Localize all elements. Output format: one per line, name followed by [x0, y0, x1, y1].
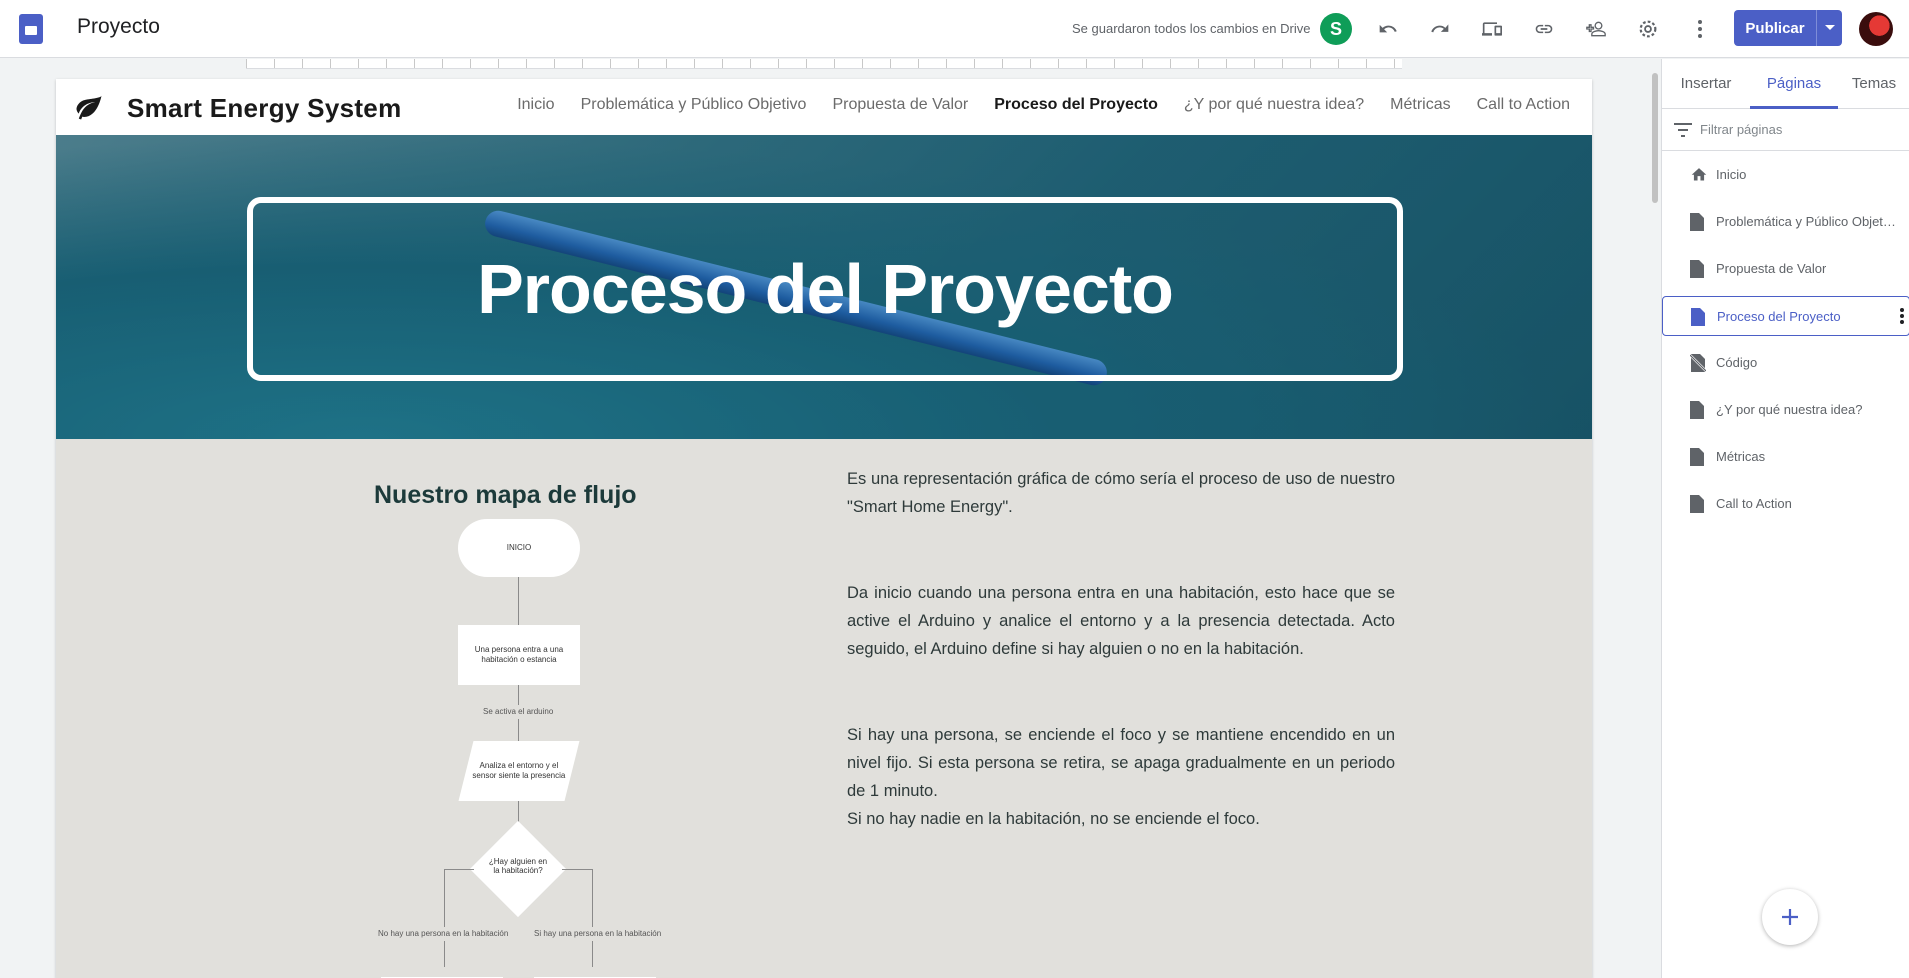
page-item-proceso[interactable]: Proceso del Proyecto — [1662, 296, 1909, 336]
top-app-bar: Proyecto Se guardaron todos los cambios … — [0, 0, 1909, 58]
flow-connector — [592, 941, 593, 967]
page-label: Inicio — [1716, 167, 1747, 182]
page-label: Métricas — [1716, 449, 1766, 464]
page-label: Proceso del Proyecto — [1717, 309, 1841, 324]
publish-button[interactable]: Publicar — [1734, 10, 1816, 46]
preview-devices-icon[interactable] — [1476, 13, 1508, 45]
content-section[interactable]: Nuestro mapa de flujo INICIO Una persona… — [56, 439, 1592, 978]
nav-item-por-que[interactable]: ¿Y por qué nuestra idea? — [1184, 96, 1364, 114]
page-icon — [1690, 401, 1704, 419]
page-item-propuesta[interactable]: Propuesta de Valor — [1662, 249, 1909, 289]
account-avatar[interactable] — [1859, 12, 1893, 46]
settings-gear-icon[interactable] — [1632, 13, 1664, 45]
page-label: Código — [1716, 355, 1758, 370]
plus-icon — [1782, 909, 1798, 925]
page-item-problematica[interactable]: Problemática y Público Objetivo — [1662, 202, 1909, 242]
side-panel: Insertar Páginas Temas Filtrar páginas I… — [1661, 59, 1909, 978]
redo-icon[interactable] — [1424, 13, 1456, 45]
hero-title[interactable]: Proceso del Proyecto — [477, 249, 1174, 329]
page-item-codigo[interactable]: Código — [1662, 343, 1909, 383]
tab-paginas[interactable]: Páginas — [1750, 59, 1838, 109]
tab-temas[interactable]: Temas — [1838, 59, 1909, 109]
nav-item-propuesta[interactable]: Propuesta de Valor — [832, 96, 968, 114]
nav-item-problematica[interactable]: Problemática y Público Objetivo — [581, 96, 807, 114]
page-icon — [1690, 213, 1704, 231]
add-page-button[interactable] — [1762, 889, 1818, 945]
site-header[interactable]: Smart Energy System Inicio Problemática … — [56, 79, 1592, 135]
nav-item-call-to-action[interactable]: Call to Action — [1477, 96, 1570, 114]
link-icon[interactable] — [1528, 13, 1560, 45]
ruler — [246, 59, 1402, 69]
flow-connector — [444, 869, 474, 870]
nav-item-metricas[interactable]: Métricas — [1390, 96, 1450, 114]
page-item-call-to-action[interactable]: Call to Action — [1662, 484, 1909, 524]
flow-connector — [444, 869, 445, 927]
page-item-metricas[interactable]: Métricas — [1662, 437, 1909, 477]
caret-down-icon — [1824, 25, 1835, 30]
undo-icon[interactable] — [1372, 13, 1404, 45]
flow-connector — [518, 577, 519, 625]
canvas-scrollbar[interactable] — [1652, 73, 1658, 203]
filter-pages[interactable]: Filtrar páginas — [1662, 109, 1909, 151]
hidden-page-icon — [1690, 354, 1706, 372]
save-status: Se guardaron todos los cambios en Drive — [1072, 21, 1311, 36]
tab-insertar[interactable]: Insertar — [1662, 59, 1750, 109]
paragraph-intro[interactable]: Es una representación gráfica de cómo se… — [847, 465, 1395, 521]
nav-item-inicio[interactable]: Inicio — [517, 96, 554, 114]
page-item-por-que[interactable]: ¿Y por qué nuestra idea? — [1662, 390, 1909, 430]
flow-connector — [518, 685, 519, 705]
flow-connector — [592, 869, 593, 927]
flow-node-step2-label: Analiza el entorno y el sensor siente la… — [472, 760, 566, 780]
flow-yes-branch-label: Si hay una persona en la habitación — [534, 929, 662, 938]
leaf-logo-icon — [76, 95, 102, 120]
flow-title[interactable]: Nuestro mapa de flujo — [374, 481, 637, 510]
home-icon — [1691, 168, 1707, 181]
flow-node-step1: Una persona entra a una habitación o est… — [458, 625, 580, 685]
page-label: ¿Y por qué nuestra idea? — [1716, 402, 1863, 417]
flow-edge-label: Se activa el arduino — [483, 707, 554, 716]
flow-node-step2: Analiza el entorno y el sensor siente la… — [458, 741, 580, 801]
editor-canvas: Smart Energy System Inicio Problemática … — [0, 59, 1660, 978]
page-icon — [1690, 448, 1704, 466]
paragraph-presence[interactable]: Si hay una persona, se enciende el foco … — [847, 721, 1395, 805]
page-icon — [1690, 260, 1704, 278]
flow-no-branch-label: No hay una persona en la habitación — [378, 929, 509, 938]
filter-input[interactable]: Filtrar páginas — [1700, 122, 1782, 137]
page-options-icon[interactable] — [1899, 307, 1905, 325]
sites-logo-icon[interactable] — [19, 14, 43, 44]
paragraph-no-presence[interactable]: Si no hay nadie en la habitación, no se … — [847, 805, 1395, 833]
publish-dropdown-button[interactable] — [1816, 10, 1842, 46]
page-icon — [1690, 495, 1704, 513]
page-label: Call to Action — [1716, 496, 1792, 511]
document-title[interactable]: Proyecto — [77, 15, 160, 39]
collaborator-avatar[interactable]: S — [1320, 13, 1352, 45]
site-navigation: Inicio Problemática y Público Objetivo P… — [517, 96, 1570, 114]
panel-tabs: Insertar Páginas Temas — [1662, 59, 1909, 109]
flow-connector — [444, 941, 445, 967]
paragraph-start[interactable]: Da inicio cuando una persona entra en un… — [847, 579, 1395, 663]
page-icon — [1691, 308, 1705, 326]
flow-connector — [518, 719, 519, 741]
site-preview[interactable]: Smart Energy System Inicio Problemática … — [56, 79, 1592, 978]
more-vert-icon[interactable] — [1684, 13, 1716, 45]
share-add-person-icon[interactable] — [1580, 13, 1612, 45]
nav-item-proceso[interactable]: Proceso del Proyecto — [994, 96, 1158, 114]
hero-banner[interactable]: Proceso del Proyecto — [56, 135, 1592, 439]
site-name[interactable]: Smart Energy System — [127, 93, 402, 124]
filter-icon — [1674, 123, 1692, 137]
publish-button-group: Publicar — [1734, 10, 1842, 46]
hero-title-box[interactable]: Proceso del Proyecto — [247, 197, 1403, 381]
page-label: Problemática y Público Objetivo — [1716, 214, 1896, 229]
page-label: Propuesta de Valor — [1716, 261, 1827, 276]
flow-decision-label: ¿Hay alguien en la habitación? — [488, 857, 548, 875]
page-item-inicio[interactable]: Inicio — [1662, 155, 1909, 195]
flow-node-start: INICIO — [458, 519, 580, 577]
flow-connector — [562, 869, 592, 870]
